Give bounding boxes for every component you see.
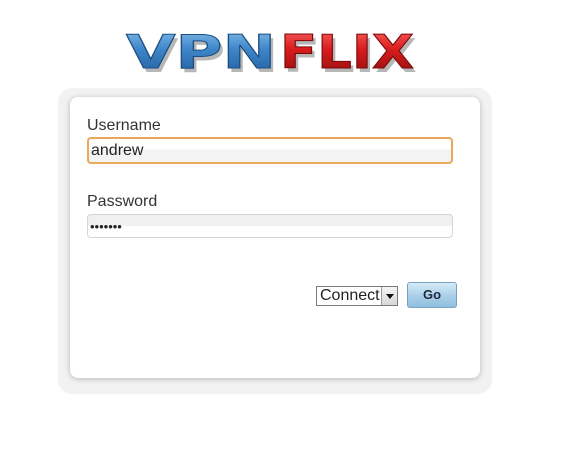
username-label: Username	[87, 117, 161, 134]
mode-select[interactable]: Connect	[316, 286, 398, 306]
password-input[interactable]: •••••••	[87, 214, 453, 238]
vpnflix-logo: VPN VPN FLIX Flix	[124, 26, 420, 76]
username-input[interactable]: andrew	[87, 137, 453, 164]
logo-text-flix: Flix	[280, 26, 414, 76]
login-card: Username andrew Password ••••••• Connect…	[70, 97, 480, 378]
password-label: Password	[87, 193, 158, 210]
logo-text-vpn: VPN	[126, 26, 276, 76]
chevron-down-icon[interactable]	[381, 287, 397, 305]
mode-select-value: Connect	[320, 287, 380, 304]
go-button[interactable]: Go	[407, 282, 457, 308]
login-page: VPN VPN FLIX Flix Username andrew Passwo…	[0, 0, 565, 456]
